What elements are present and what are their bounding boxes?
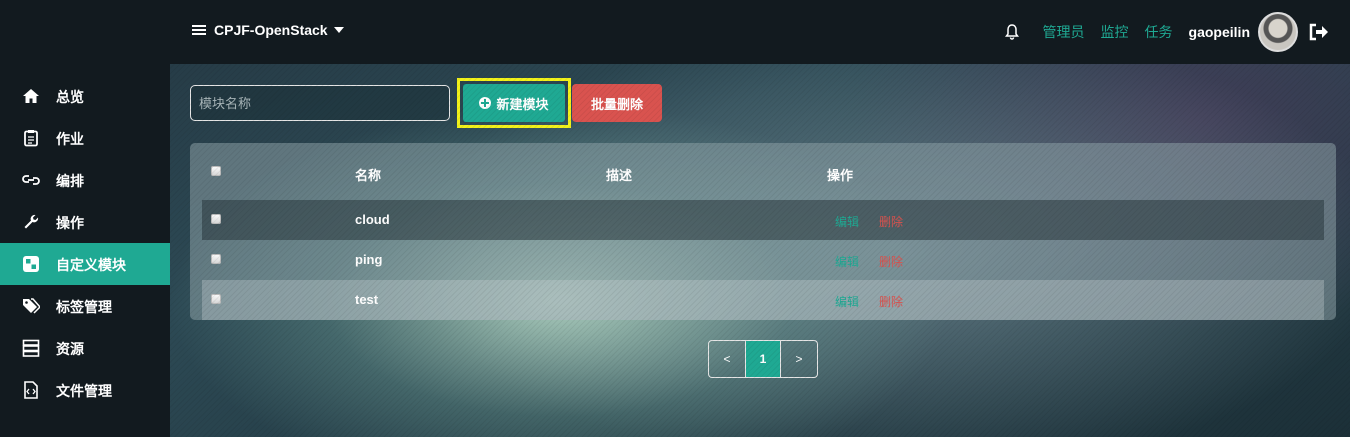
delete-link[interactable]: 删除 [879,293,903,310]
sidebar: 总览 作业 编排 操作 自定义模块 标签管理 资源 文件管理 [0,64,170,437]
list-icon [192,24,206,36]
module-name: ping [355,252,383,267]
edit-link[interactable]: 编辑 [835,293,859,310]
logout-icon[interactable] [1308,23,1328,41]
nav-link-tasks[interactable]: 任务 [1145,22,1173,42]
column-header-description: 描述 [606,168,633,183]
sidebar-item-label: 作业 [56,131,84,147]
edit-link[interactable]: 编辑 [835,213,859,230]
row-checkbox[interactable] [211,294,221,304]
sidebar-item-resources[interactable]: 资源 [0,327,170,369]
select-all-checkbox[interactable] [211,166,221,176]
nav-link-admin[interactable]: 管理员 [1043,22,1085,42]
username[interactable]: gaopeilin [1189,24,1250,40]
clipboard-icon [24,130,38,147]
project-selector[interactable]: CPJF-OpenStack [192,22,344,38]
column-header-actions: 操作 [827,168,854,183]
prev-page-button[interactable]: < [709,341,745,377]
modules-table: 名称 描述 操作 cloud 编辑 删除 ping 编辑 删除 test 编辑 … [190,143,1336,320]
pagination: < 1 > [708,340,818,378]
file-code-icon [24,381,38,399]
sidebar-item-jobs[interactable]: 作业 [0,117,170,159]
module-name-search-input[interactable] [190,85,450,121]
sidebar-item-label: 编排 [56,173,84,189]
sidebar-item-label: 操作 [56,215,84,231]
table-row: cloud 编辑 删除 [202,200,1324,240]
row-checkbox[interactable] [211,214,221,224]
tags-icon [23,298,40,314]
sidebar-item-files[interactable]: 文件管理 [0,369,170,411]
page-1-button[interactable]: 1 [744,341,782,377]
module-icon [23,256,39,272]
project-name: CPJF-OpenStack [214,22,328,38]
sidebar-item-label: 资源 [56,341,84,357]
next-page-button[interactable]: > [781,341,817,377]
new-module-button[interactable]: 新建模块 [463,84,565,122]
module-name: test [355,292,379,307]
edit-link[interactable]: 编辑 [835,253,859,270]
new-module-label: 新建模块 [496,96,549,112]
delete-link[interactable]: 删除 [879,253,903,270]
module-name: cloud [355,212,390,227]
avatar[interactable] [1258,12,1298,52]
column-header-name: 名称 [355,168,382,183]
batch-delete-button[interactable]: 批量删除 [572,84,662,122]
nav-link-monitor[interactable]: 监控 [1101,22,1129,42]
bell-icon[interactable] [1004,24,1019,40]
wrench-icon [24,214,39,229]
sidebar-item-label: 总览 [56,89,84,105]
table-row: test 编辑 删除 [202,280,1324,320]
home-icon [23,89,39,103]
sidebar-item-label: 文件管理 [56,383,112,399]
sidebar-item-orchestration[interactable]: 编排 [0,159,170,201]
sidebar-item-overview[interactable]: 总览 [0,75,170,117]
top-navbar: CPJF-OpenStack 管理员 监控 任务 gaopeilin [0,0,1350,64]
row-checkbox[interactable] [211,254,221,264]
caret-down-icon [333,27,344,33]
link-icon [22,175,40,185]
plus-circle-icon [479,97,492,109]
sidebar-item-operations[interactable]: 操作 [0,201,170,243]
highlight-box: 新建模块 [457,78,571,128]
server-icon [22,339,40,357]
table-row: ping 编辑 删除 [202,240,1324,280]
sidebar-item-label: 自定义模块 [56,257,126,273]
sidebar-item-custom-modules[interactable]: 自定义模块 [0,243,170,285]
sidebar-item-tags[interactable]: 标签管理 [0,285,170,327]
delete-link[interactable]: 删除 [879,213,903,230]
sidebar-item-label: 标签管理 [56,299,112,315]
